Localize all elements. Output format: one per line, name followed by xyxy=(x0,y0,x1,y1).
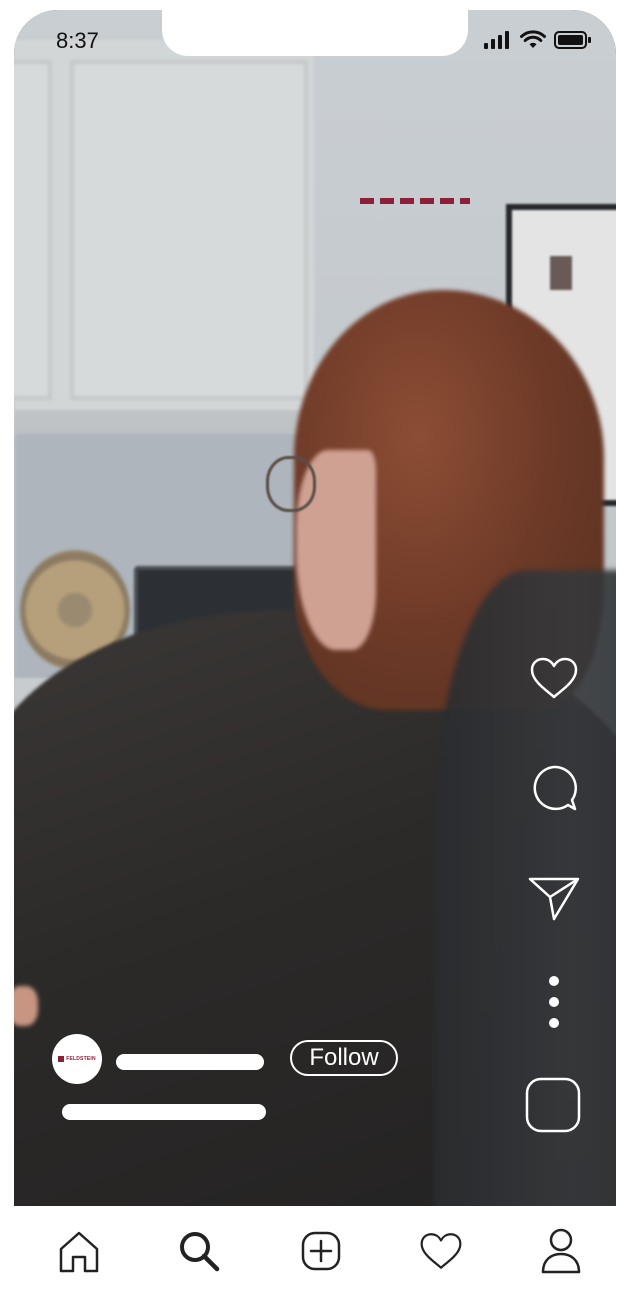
audio-thumbnail-icon xyxy=(525,1077,581,1133)
account-logo: FELDSTEIN xyxy=(58,1056,96,1062)
more-icon xyxy=(549,976,559,1028)
nav-activity[interactable] xyxy=(418,1228,464,1274)
nav-search[interactable] xyxy=(176,1228,222,1274)
nav-profile[interactable] xyxy=(538,1228,584,1274)
battery-icon xyxy=(554,31,591,49)
share-icon xyxy=(528,877,580,921)
nav-home[interactable] xyxy=(56,1228,102,1274)
audio-thumbnail[interactable] xyxy=(524,1076,582,1134)
share-button[interactable] xyxy=(528,872,580,924)
caption-placeholder[interactable] xyxy=(62,1104,266,1120)
more-options-button[interactable] xyxy=(528,974,580,1030)
bottom-nav xyxy=(0,1206,624,1304)
notch xyxy=(162,10,468,56)
status-time: 8:37 xyxy=(56,28,99,53)
activity-icon xyxy=(420,1233,462,1269)
search-icon xyxy=(180,1232,220,1272)
follow-button[interactable]: Follow xyxy=(290,1040,398,1076)
heart-icon xyxy=(530,657,578,699)
like-button[interactable] xyxy=(528,652,580,704)
create-icon xyxy=(301,1231,341,1271)
profile-icon xyxy=(541,1228,581,1274)
comment-icon xyxy=(533,765,577,811)
account-avatar[interactable]: FELDSTEIN xyxy=(52,1034,102,1084)
nav-create[interactable] xyxy=(298,1228,344,1274)
wifi-icon xyxy=(520,30,546,48)
reel-overlay: FELDSTEIN Follow xyxy=(14,10,616,1206)
comment-button[interactable] xyxy=(528,762,580,814)
home-icon xyxy=(59,1231,99,1273)
username-placeholder[interactable] xyxy=(116,1054,264,1070)
status-icons xyxy=(484,30,592,50)
signal-icon xyxy=(484,31,509,49)
